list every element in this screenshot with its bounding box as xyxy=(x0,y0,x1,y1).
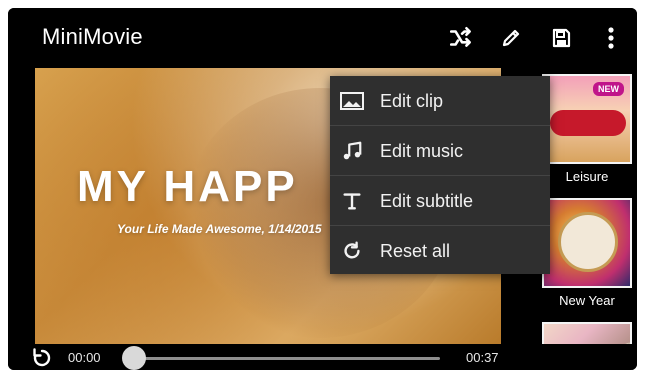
theme-thumbnail-new-year xyxy=(542,198,632,288)
theme-label: New Year xyxy=(559,293,615,308)
video-subtitle-overlay: Your Life Made Awesome, 1/14/2015 xyxy=(117,222,322,236)
theme-thumbnail-leisure: NEW xyxy=(542,74,632,164)
toolbar-actions xyxy=(445,18,627,58)
menu-item-label: Reset all xyxy=(380,240,451,261)
save-icon[interactable] xyxy=(545,22,577,54)
theme-item-leisure[interactable]: NEW Leisure xyxy=(542,74,632,184)
music-note-icon xyxy=(330,140,374,162)
menu-item-edit-music[interactable]: Edit music xyxy=(330,126,550,176)
sunglasses-icon xyxy=(550,110,626,136)
video-title-overlay: MY HAPP xyxy=(77,162,298,211)
menu-item-edit-subtitle[interactable]: Edit subtitle xyxy=(330,176,550,226)
pencil-icon[interactable] xyxy=(495,22,527,54)
more-vert-icon[interactable] xyxy=(595,22,627,54)
clock-icon xyxy=(558,212,618,272)
playback-controls: 00:00 00:37 xyxy=(8,344,637,370)
total-time: 00:37 xyxy=(466,350,499,365)
app-bar: MiniMovie xyxy=(8,8,637,66)
theme-list: NEW Leisure New Year xyxy=(538,66,637,370)
current-time: 00:00 xyxy=(68,350,101,365)
mini-movie-screen: MiniMovie MY HAPP Your Life Made Awesome… xyxy=(8,8,637,370)
overflow-menu: Edit clip Edit music Edit subtitle Reset… xyxy=(330,76,550,274)
image-icon xyxy=(330,92,374,110)
reset-icon xyxy=(330,240,374,262)
app-title: MiniMovie xyxy=(42,24,143,49)
menu-item-edit-clip[interactable]: Edit clip xyxy=(330,76,550,126)
new-badge: NEW xyxy=(593,82,624,96)
menu-item-reset-all[interactable]: Reset all xyxy=(330,226,550,276)
seek-bar[interactable] xyxy=(124,357,440,360)
theme-strip[interactable]: NEW Leisure New Year xyxy=(538,66,637,370)
theme-label: Leisure xyxy=(565,169,609,184)
menu-item-label: Edit music xyxy=(380,140,464,161)
seek-thumb[interactable] xyxy=(122,346,146,370)
replay-icon[interactable] xyxy=(30,346,54,370)
menu-item-label: Edit clip xyxy=(380,90,444,111)
menu-item-label: Edit subtitle xyxy=(380,190,474,211)
shuffle-icon[interactable] xyxy=(445,22,477,54)
theme-item-new-year[interactable]: New Year xyxy=(542,198,632,308)
text-t-icon xyxy=(330,190,374,212)
